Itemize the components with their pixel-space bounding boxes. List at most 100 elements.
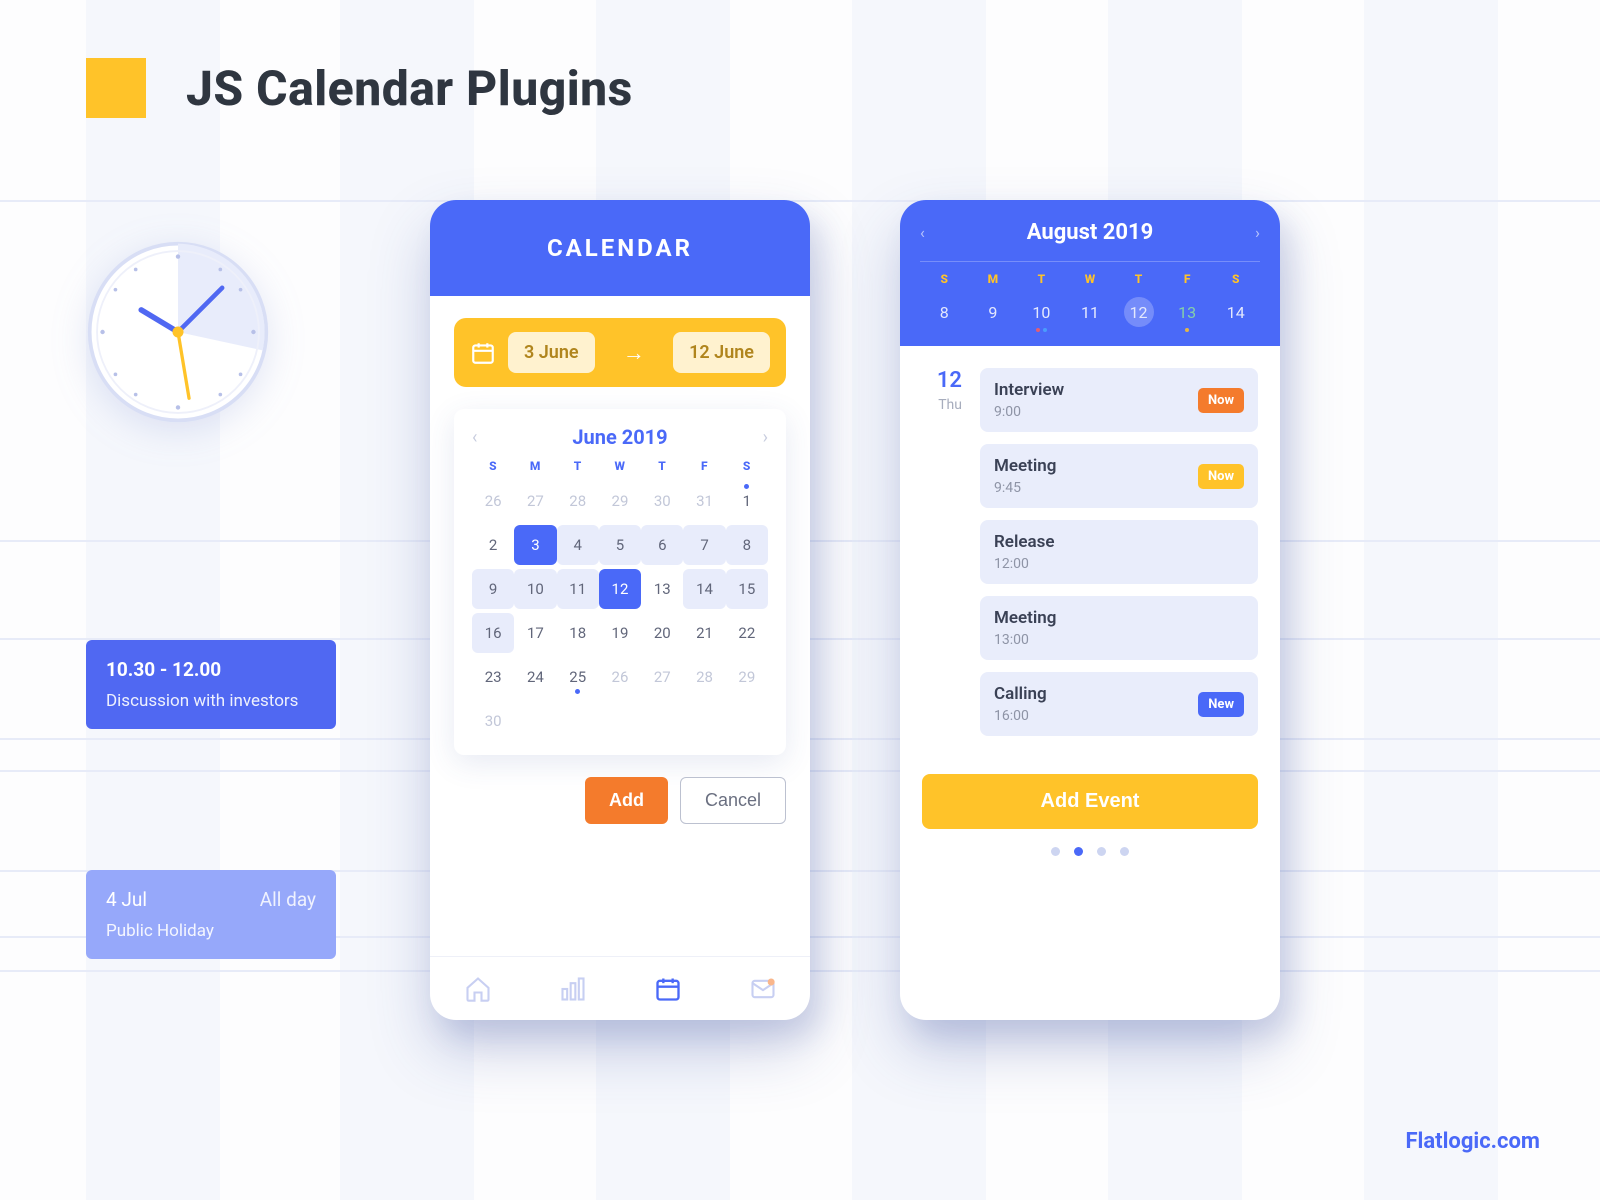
calendar-day[interactable]: 29: [726, 657, 768, 697]
calendar-day[interactable]: 30: [472, 701, 514, 741]
week-day[interactable]: 14: [1211, 294, 1260, 330]
calendar-day[interactable]: 2: [472, 525, 514, 565]
calendar-day[interactable]: 5: [599, 525, 641, 565]
calendar-day[interactable]: 23: [472, 657, 514, 697]
calendar-day[interactable]: 9: [472, 569, 514, 609]
event-time: 16:00: [994, 708, 1047, 724]
cancel-button[interactable]: Cancel: [680, 777, 786, 824]
calendar-day[interactable]: 25: [557, 657, 599, 697]
calendar-day[interactable]: 7: [683, 525, 725, 565]
brand-link[interactable]: Flatlogic.com: [1405, 1129, 1540, 1154]
side-event-desc: Public Holiday: [106, 921, 316, 941]
week-day[interactable]: 9: [969, 294, 1018, 330]
calendar-day[interactable]: 19: [599, 613, 641, 653]
dow-label: S: [920, 272, 969, 286]
calendar-day[interactable]: 21: [683, 613, 725, 653]
calendar-day[interactable]: 29: [599, 481, 641, 521]
event-item[interactable]: Release12:00: [980, 520, 1258, 584]
page-dot[interactable]: [1120, 847, 1129, 856]
next-month-button[interactable]: ›: [763, 427, 768, 448]
event-title: Meeting: [994, 608, 1056, 628]
dow-label: F: [1163, 272, 1212, 286]
date-range-selector[interactable]: 3 June → 12 June: [454, 318, 786, 387]
event-badge: New: [1198, 692, 1244, 717]
week-day[interactable]: 10: [1017, 294, 1066, 330]
calendar-day[interactable]: 13: [641, 569, 683, 609]
selected-day-of-week: Thu: [922, 397, 962, 413]
event-badge: Now: [1198, 464, 1244, 489]
calendar-day[interactable]: 8: [726, 525, 768, 565]
calendar-day[interactable]: 26: [599, 657, 641, 697]
page-dot[interactable]: [1051, 847, 1060, 856]
calendar-day[interactable]: 27: [514, 481, 556, 521]
event-item[interactable]: Calling 16:00 New: [980, 672, 1258, 736]
arrow-right-icon: →: [607, 340, 662, 366]
add-event-button[interactable]: Add Event: [922, 774, 1258, 829]
side-event-time: 10.30 - 12.00: [106, 658, 316, 681]
home-icon[interactable]: [464, 975, 492, 1003]
calendar-day[interactable]: 18: [557, 613, 599, 653]
calendar-day[interactable]: 12: [599, 569, 641, 609]
next-month-button[interactable]: ›: [1255, 223, 1260, 242]
calendar-icon[interactable]: [654, 975, 682, 1003]
page-dot[interactable]: [1074, 847, 1083, 856]
event-title: Calling: [994, 684, 1047, 704]
dow-label: T: [1114, 272, 1163, 286]
calendar-day[interactable]: 27: [641, 657, 683, 697]
dow-label: M: [514, 459, 556, 473]
prev-month-button[interactable]: ‹: [920, 223, 925, 242]
event-item[interactable]: Interview9:00Now: [980, 368, 1258, 432]
calendar-day[interactable]: 16: [472, 613, 514, 653]
calendar-day[interactable]: 6: [641, 525, 683, 565]
side-event-tag: All day: [260, 888, 316, 911]
calendar-day[interactable]: 14: [683, 569, 725, 609]
page-dot[interactable]: [1097, 847, 1106, 856]
dow-label: S: [726, 459, 768, 473]
prev-month-button[interactable]: ‹: [472, 427, 477, 448]
dow-label: T: [1017, 272, 1066, 286]
dow-label: W: [1066, 272, 1115, 286]
calendar-day[interactable]: 4: [557, 525, 599, 565]
week-day[interactable]: 8: [920, 294, 969, 330]
event-time: 13:00: [994, 632, 1056, 648]
calendar-day[interactable]: 1: [726, 481, 768, 521]
chart-icon[interactable]: [559, 975, 587, 1003]
calendar-day[interactable]: 3: [514, 525, 556, 565]
side-event-holiday[interactable]: 4 Jul All day Public Holiday: [86, 870, 336, 959]
side-event-investors[interactable]: 10.30 - 12.00 Discussion with investors: [86, 640, 336, 729]
dow-label: T: [557, 459, 599, 473]
page-indicator: [900, 847, 1280, 876]
page-title: JS Calendar Plugins: [186, 60, 633, 117]
calendar-day[interactable]: 28: [683, 657, 725, 697]
event-title: Meeting: [994, 456, 1056, 476]
event-time: 12:00: [994, 556, 1055, 572]
add-button[interactable]: Add: [585, 777, 668, 824]
agenda-card: ‹ August 2019 › SMTWTFS 891011121314 12 …: [900, 200, 1280, 1020]
event-item[interactable]: Meeting9:45Now: [980, 444, 1258, 508]
event-item[interactable]: Meeting 13:00: [980, 596, 1258, 660]
mail-icon[interactable]: [749, 975, 777, 1003]
calendar-day[interactable]: 11: [557, 569, 599, 609]
dow-label: T: [641, 459, 683, 473]
calendar-day[interactable]: 10: [514, 569, 556, 609]
calendar-day[interactable]: 30: [641, 481, 683, 521]
calendar-day[interactable]: 24: [514, 657, 556, 697]
bottom-nav: [430, 956, 810, 1020]
calendar-day[interactable]: 15: [726, 569, 768, 609]
calendar-day[interactable]: 31: [683, 481, 725, 521]
calendar-day[interactable]: 22: [726, 613, 768, 653]
dow-label: S: [472, 459, 514, 473]
range-start[interactable]: 3 June: [508, 332, 595, 373]
calendar-day[interactable]: 26: [472, 481, 514, 521]
calendar-day[interactable]: 28: [557, 481, 599, 521]
calendar-day[interactable]: 20: [641, 613, 683, 653]
week-day[interactable]: 12: [1114, 294, 1163, 330]
week-day[interactable]: 13: [1163, 294, 1212, 330]
side-event-date: 4 Jul: [106, 888, 147, 911]
dow-label: F: [683, 459, 725, 473]
month-calendar: ‹ June 2019 › SMTWTFS 262728293031123456…: [454, 409, 786, 755]
range-end[interactable]: 12 June: [673, 332, 770, 373]
calendar-day[interactable]: 17: [514, 613, 556, 653]
card-header: CALENDAR: [430, 200, 810, 296]
week-day[interactable]: 11: [1066, 294, 1115, 330]
